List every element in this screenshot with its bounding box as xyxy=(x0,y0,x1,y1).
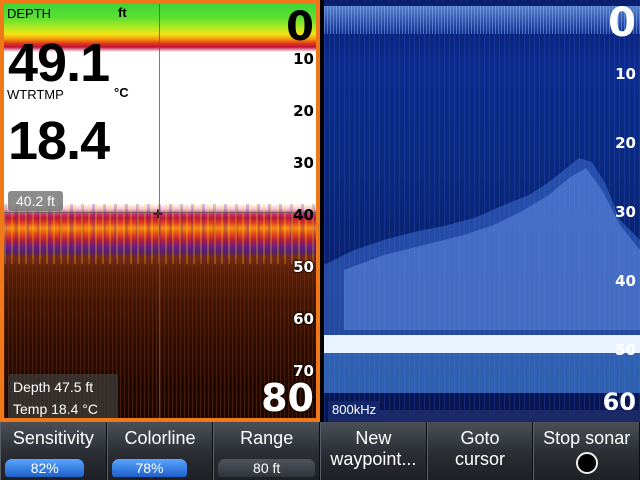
bottom-band xyxy=(324,335,640,353)
sensitivity-button[interactable]: Sensitivity 82% xyxy=(0,422,107,480)
scale-left-20: 20 xyxy=(293,102,314,120)
traditional-sonar-pane[interactable]: ✛ DEPTH ft 49.1 WTRTMP °C 18.4 0 10 20 3… xyxy=(0,0,320,422)
water-temp-label: WTRTMP xyxy=(7,87,64,102)
scale-left-60: 60 xyxy=(293,310,314,328)
scale-right-40: 40 xyxy=(615,272,636,290)
scale-right-0: 0 xyxy=(608,0,636,46)
stop-sonar-toggle-icon[interactable] xyxy=(575,452,598,474)
new-waypoint-button[interactable]: New waypoint... xyxy=(320,422,427,480)
scale-right-50: 50 xyxy=(615,341,636,359)
sensitivity-label: Sensitivity xyxy=(12,428,94,448)
scale-right-30: 30 xyxy=(615,203,636,221)
colorline-value: 78% xyxy=(135,460,164,476)
cursor-depth-readout: 40.2 ft xyxy=(8,191,63,211)
colorline-label: Colorline xyxy=(124,428,196,448)
scale-left-30: 30 xyxy=(293,154,314,172)
stop-sonar-button[interactable]: Stop sonar xyxy=(533,422,640,480)
range-bar[interactable]: 80 ft xyxy=(218,459,316,477)
scale-right-10: 10 xyxy=(615,65,636,83)
scale-left-0: 0 xyxy=(286,4,314,50)
colorline-bar[interactable]: 78% xyxy=(111,459,188,477)
cursor-info-box: Depth 47.5 ft Temp 18.4 °C xyxy=(8,374,118,418)
goto-cursor-label: Goto xyxy=(460,428,500,448)
scale-left-40: 40 xyxy=(293,206,314,224)
range-value: 80 ft xyxy=(253,460,281,476)
range-label: Range xyxy=(240,428,294,448)
downscan-sonar-pane[interactable]: 0 10 20 30 40 50 60 800kHz xyxy=(324,0,640,422)
goto-cursor-sub: cursor xyxy=(455,449,506,469)
downscan-image xyxy=(324,158,640,393)
cursor-info-depth: Depth 47.5 ft xyxy=(13,379,94,395)
sensitivity-value: 82% xyxy=(30,460,59,476)
sensitivity-bar[interactable]: 82% xyxy=(5,459,85,477)
depth-unit: ft xyxy=(118,5,127,20)
depth-value: 49.1 xyxy=(8,33,110,93)
scale-right-20: 20 xyxy=(615,134,636,152)
water-temp-value: 18.4 xyxy=(8,111,110,171)
water-temp-unit: °C xyxy=(114,85,129,100)
stop-sonar-label: Stop sonar xyxy=(543,428,631,448)
colorline-button[interactable]: Colorline 78% xyxy=(106,422,214,480)
softkey-bar: Sensitivity 82% Colorline 78% Range 80 f… xyxy=(0,422,640,480)
scale-left-50: 50 xyxy=(293,258,314,276)
frequency-label: 800kHz xyxy=(328,401,381,418)
new-waypoint-sub: waypoint... xyxy=(330,449,417,469)
new-waypoint-label: New xyxy=(355,428,392,448)
scale-left-10: 10 xyxy=(293,50,314,68)
range-button[interactable]: Range 80 ft xyxy=(213,422,321,480)
crosshair-icon[interactable]: ✛ xyxy=(153,207,163,221)
goto-cursor-button[interactable]: Goto cursor xyxy=(426,422,534,480)
depth-label: DEPTH xyxy=(7,6,52,21)
cursor-info-temp: Temp 18.4 °C xyxy=(13,401,98,417)
scale-left-80: 80 xyxy=(261,376,314,420)
bottom-band-shadow xyxy=(324,353,640,393)
